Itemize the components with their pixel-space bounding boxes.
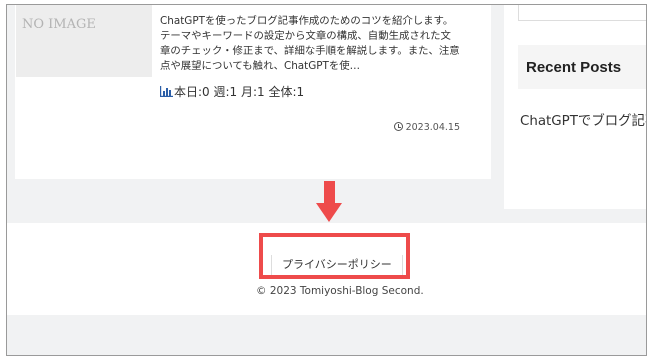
recent-posts-title: Recent Posts [526, 59, 622, 76]
sidebar: Recent Posts ChatGPTでブログ記事 コツ【網羅的にまと [504, 5, 646, 209]
recent-post-link[interactable]: ChatGPTでブログ記事 コツ【網羅的にまと [520, 111, 646, 133]
bar-chart-icon [160, 86, 173, 97]
arrow-down-icon [324, 181, 335, 204]
recent-post-link-text[interactable]: ChatGPTでブログ記事 コツ【網羅的にまと [520, 114, 646, 129]
clock-icon [393, 122, 403, 131]
post-thumbnail[interactable]: NO IMAGE [16, 5, 152, 77]
post-card[interactable]: NO IMAGE ChatGPTを使ったブログ記事作成のためのコツを紹介します。… [15, 5, 491, 179]
annotation-highlight-box [259, 233, 410, 279]
thumbnail-placeholder-text: NO IMAGE [22, 17, 96, 32]
arrow-down-icon-head [316, 203, 342, 222]
copyright-text: © 2023 Tomiyoshi-Blog Second. [256, 285, 424, 297]
recent-posts-header: Recent Posts [518, 45, 646, 89]
post-date-text: 2023.04.15 [405, 122, 460, 133]
post-date: 2023.04.15 [393, 122, 460, 133]
post-view-counts: 本日:0 週:1 月:1 全体:1 [174, 85, 305, 99]
post-excerpt[interactable]: ChatGPTを使ったブログ記事作成のためのコツを紹介します。テーマやキーワード… [160, 14, 460, 74]
post-view-stats: 本日:0 週:1 月:1 全体:1 [160, 83, 304, 100]
page-frame: NO IMAGE ChatGPTを使ったブログ記事作成のためのコツを紹介します。… [6, 4, 647, 356]
search-input[interactable] [518, 5, 646, 21]
